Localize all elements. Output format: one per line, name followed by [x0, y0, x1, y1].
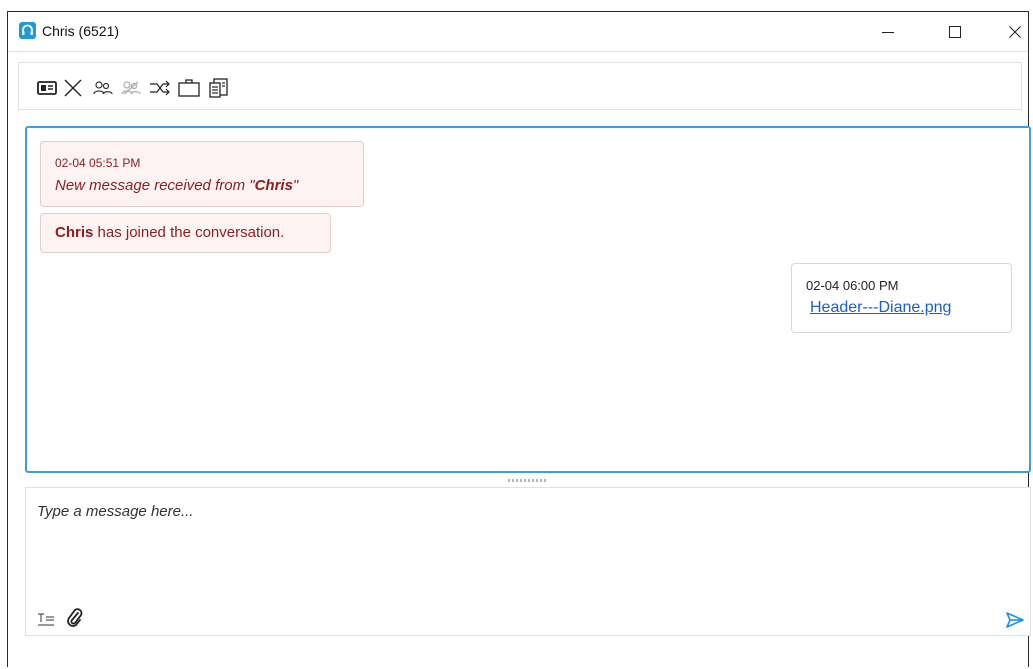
attachment-link[interactable]: Header---Diane.png: [810, 299, 951, 317]
attach-icon[interactable]: [66, 608, 84, 628]
system-message: Chris has joined the conversation.: [40, 213, 331, 253]
toolbar: [18, 62, 1022, 110]
conference-icon[interactable]: [92, 78, 114, 98]
participant-name: Chris: [55, 224, 94, 241]
resize-handle[interactable]: [508, 477, 550, 483]
minimize-button[interactable]: [866, 12, 910, 52]
end-chat-icon[interactable]: [62, 78, 84, 98]
remove-participant-icon: [120, 78, 142, 98]
message-timestamp: 02-04 06:00 PM: [806, 278, 899, 293]
transfer-icon[interactable]: [149, 78, 171, 98]
sender-name: Chris: [254, 177, 293, 194]
conversation-pane[interactable]: 02-04 05:51 PM New message received from…: [25, 126, 1031, 473]
chat-window: Chris (6521) 02-04 05:51 PM New message …: [7, 11, 1031, 667]
message-input[interactable]: [37, 500, 937, 522]
message-text: has joined the conversation.: [93, 224, 285, 241]
text-format-icon[interactable]: [37, 612, 55, 626]
message-text-suffix: ": [292, 177, 299, 194]
message-timestamp: 02-04 05:51 PM: [55, 156, 141, 170]
close-icon: [1009, 26, 1021, 38]
headset-icon: [19, 22, 36, 39]
message-text-prefix: New message received from ": [55, 177, 255, 194]
compose-area: [25, 487, 1031, 636]
outgoing-message: 02-04 06:00 PM Header---Diane.png: [791, 263, 1012, 333]
maximize-icon: [949, 26, 961, 38]
system-message-text: Chris has joined the conversation.: [55, 224, 284, 241]
transcript-icon[interactable]: [208, 78, 230, 98]
minimize-icon: [882, 32, 894, 33]
contact-card-icon[interactable]: [36, 78, 58, 98]
maximize-button[interactable]: [933, 12, 977, 52]
close-button[interactable]: [993, 12, 1033, 52]
title-bar: Chris (6521): [8, 12, 1028, 52]
system-message: 02-04 05:51 PM New message received from…: [40, 141, 364, 207]
briefcase-icon[interactable]: [178, 78, 200, 98]
system-message-text: New message received from "Chris": [55, 177, 298, 194]
send-icon[interactable]: [1005, 611, 1025, 629]
window-title: Chris (6521): [42, 23, 120, 39]
